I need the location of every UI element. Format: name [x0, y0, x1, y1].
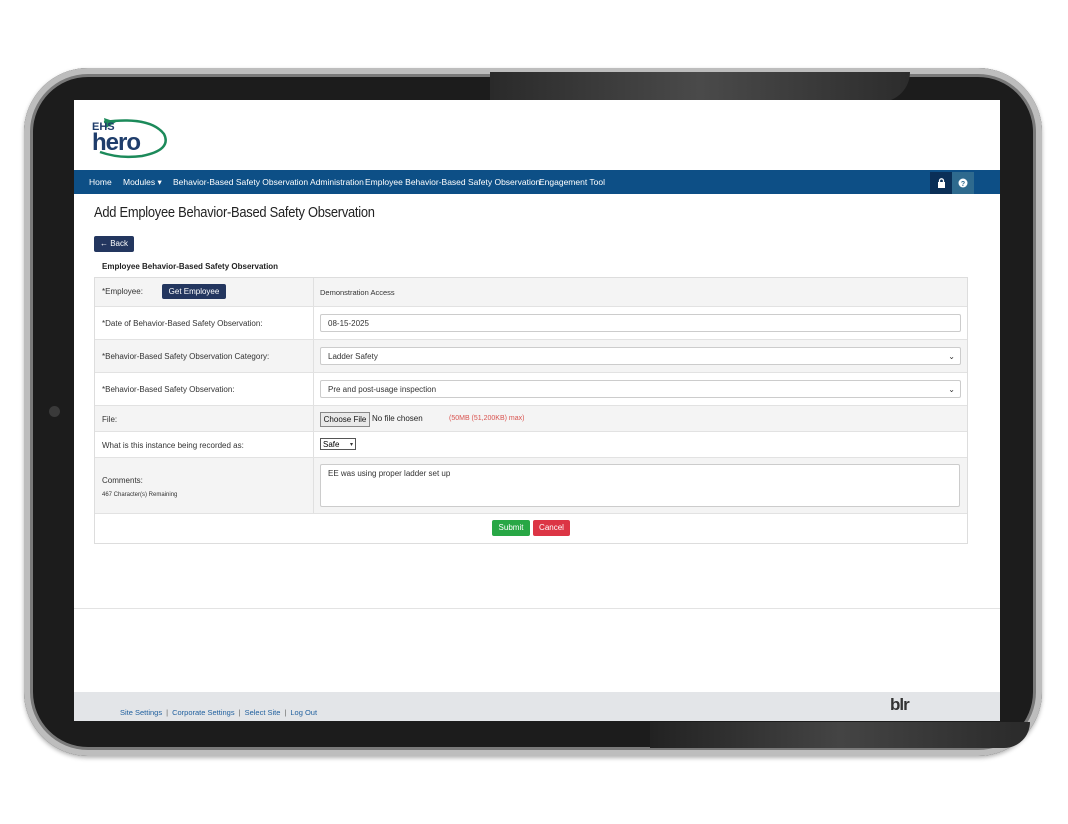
date-label: *Date of Behavior-Based Safety Observati…	[102, 319, 263, 328]
date-row: *Date of Behavior-Based Safety Observati…	[95, 306, 967, 340]
observation-form: *Employee: Get Employee Demonstration Ac…	[94, 277, 968, 544]
submit-button[interactable]: Submit	[492, 520, 530, 536]
footer-links: Site Settings | Corporate Settings | Select …	[120, 708, 318, 717]
choose-file-button[interactable]: Choose File	[320, 412, 370, 427]
category-select[interactable]: Ladder Safety ⌄	[320, 347, 961, 365]
file-label: File:	[102, 415, 118, 424]
observation-row: *Behavior-Based Safety Observation: Pre …	[95, 372, 967, 406]
section-title: Employee Behavior-Based Safety Observati…	[102, 262, 279, 271]
recorded-as-select[interactable]: Safe ▾	[320, 438, 356, 450]
question-circle-icon: ?	[958, 178, 968, 188]
svg-text:?: ?	[961, 181, 965, 188]
nav-employee-bbso[interactable]: Employee Behavior-Based Safety Observati…	[365, 170, 540, 194]
category-row: *Behavior-Based Safety Observation Categ…	[95, 339, 967, 373]
nav-bbso-administration[interactable]: Behavior-Based Safety Observation Admini…	[173, 170, 364, 194]
actions-row: Submit Cancel	[95, 513, 967, 544]
logo-hero-text: hero	[92, 129, 140, 156]
column-divider	[313, 406, 314, 432]
back-button[interactable]: ← Back	[94, 236, 134, 252]
chevron-down-icon: ⌄	[948, 385, 955, 394]
category-selected-value: Ladder Safety	[328, 352, 378, 361]
column-divider	[313, 432, 314, 458]
tablet-camera	[49, 406, 60, 417]
category-label: *Behavior-Based Safety Observation Categ…	[102, 352, 270, 361]
ehs-hero-logo[interactable]: EHS hero	[90, 112, 170, 160]
file-size-limit: (50MB (51,200KB) max)	[449, 415, 525, 422]
characters-remaining: 467 Character(s) Remaining	[102, 492, 178, 498]
observation-select[interactable]: Pre and post-usage inspection ⌄	[320, 380, 961, 398]
observation-selected-value: Pre and post-usage inspection	[328, 385, 437, 394]
cancel-button[interactable]: Cancel	[533, 520, 570, 536]
comments-row: Comments: 467 Character(s) Remaining EE …	[95, 457, 967, 514]
page-title: Add Employee Behavior-Based Safety Obser…	[94, 204, 375, 221]
top-navbar: Home Modules ▾ Behavior-Based Safety Obs…	[74, 170, 1000, 194]
app-screen: EHS hero Home Modules ▾ Behavior-Based S…	[74, 100, 1000, 721]
recorded-as-value: Safe	[323, 440, 340, 449]
recorded-as-label: What is this instance being recorded as:	[102, 441, 244, 450]
observation-label: *Behavior-Based Safety Observation:	[102, 385, 235, 394]
employee-value: Demonstration Access	[320, 288, 395, 297]
employee-row: *Employee: Get Employee Demonstration Ac…	[95, 278, 967, 306]
tablet-reflection-bottom	[650, 722, 1030, 748]
nav-home[interactable]: Home	[89, 170, 112, 194]
nav-engagement-tool[interactable]: Engagement Tool	[539, 170, 605, 194]
content-divider	[74, 608, 1000, 609]
comments-textarea[interactable]: EE was using proper ladder set up	[320, 464, 960, 507]
get-employee-button[interactable]: Get Employee	[162, 284, 226, 299]
column-divider	[313, 458, 314, 514]
footer-site-settings-link[interactable]: Site Settings	[120, 708, 162, 717]
nav-modules-dropdown[interactable]: Modules ▾	[123, 170, 162, 194]
footer-select-site-link[interactable]: Select Site	[245, 708, 281, 717]
column-divider	[313, 307, 314, 340]
file-row: File: Choose File No file chosen (50MB (…	[95, 405, 967, 432]
blr-logo: blr	[890, 695, 910, 714]
recorded-as-row: What is this instance being recorded as:…	[95, 431, 967, 458]
column-divider	[313, 340, 314, 373]
footer: Site Settings | Corporate Settings | Select …	[74, 692, 1000, 721]
date-input[interactable]: 08-15-2025	[320, 314, 961, 332]
chevron-down-icon: ⌄	[948, 352, 955, 361]
tablet-reflection	[490, 72, 910, 102]
lock-button[interactable]	[930, 172, 952, 194]
chevron-down-icon: ▾	[349, 442, 353, 448]
column-divider	[313, 278, 314, 306]
file-status: No file chosen	[372, 414, 423, 423]
employee-label: *Employee:	[102, 287, 143, 296]
footer-log-out-link[interactable]: Log Out	[290, 708, 317, 717]
column-divider	[313, 373, 314, 406]
help-button[interactable]: ?	[952, 172, 974, 194]
comments-label: Comments:	[102, 476, 143, 485]
lock-icon	[937, 178, 945, 188]
footer-corporate-settings-link[interactable]: Corporate Settings	[172, 708, 235, 717]
